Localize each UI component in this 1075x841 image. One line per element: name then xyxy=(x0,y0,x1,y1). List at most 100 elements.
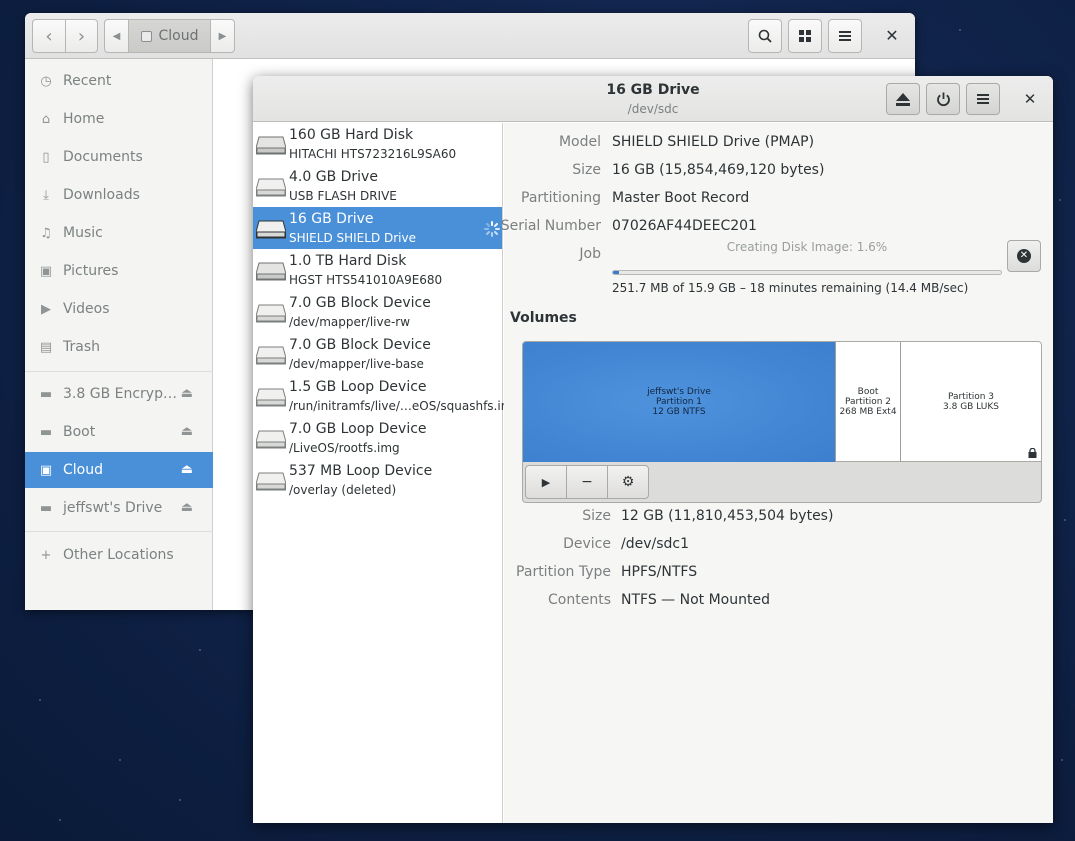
volume-map: jeffswt's Drive Partition 1 12 GB NTFS B… xyxy=(522,341,1042,503)
sidebar-item-label: Cloud xyxy=(63,462,103,478)
sidebar-item-label: Recent xyxy=(63,73,112,89)
cancel-job-button[interactable]: ✕ xyxy=(1007,240,1041,272)
sidebar-item-music[interactable]: ♫ Music xyxy=(25,215,213,251)
path-scroll-left-button[interactable]: ◀ xyxy=(104,19,129,53)
sidebar-separator xyxy=(25,531,213,532)
sidebar-item-label: Boot xyxy=(63,424,96,440)
drive-icon xyxy=(256,346,286,365)
trash-icon: ▤ xyxy=(39,339,53,355)
sidebar-item-cloud[interactable]: ▣ Cloud ⏏ xyxy=(25,452,213,488)
partition-info: 268 MB Ext4 xyxy=(839,407,897,417)
contents-label: Contents xyxy=(548,592,611,608)
sidebar-item-pictures[interactable]: ▣ Pictures xyxy=(25,253,213,289)
video-icon: ▶ xyxy=(41,301,51,317)
sidebar-item-home[interactable]: ⌂ Home xyxy=(25,101,213,137)
eject-icon[interactable]: ⏏ xyxy=(181,500,193,515)
drive-icon xyxy=(256,178,286,197)
drive-row-selected[interactable]: 16 GB Drive SHIELD SHIELD Drive xyxy=(253,207,502,249)
path-button-cloud[interactable]: Cloud xyxy=(128,19,211,53)
job-status: 251.7 MB of 15.9 GB – 18 minutes remaini… xyxy=(612,281,969,295)
drive-row[interactable]: 7.0 GB Loop Device /LiveOS/rootfs.img xyxy=(253,417,502,459)
drive-title: 1.5 GB Loop Device xyxy=(289,379,427,395)
sidebar-item-other-locations[interactable]: + Other Locations xyxy=(25,537,213,573)
lock-icon xyxy=(1028,448,1037,458)
close-button[interactable]: ✕ xyxy=(1020,89,1040,109)
spinner-icon xyxy=(484,221,500,237)
forward-button[interactable]: › xyxy=(65,19,98,53)
delete-partition-button[interactable]: − xyxy=(566,465,608,499)
partition-type-value: HPFS/NTFS xyxy=(621,564,698,580)
sidebar-item-trash[interactable]: ▤ Trash xyxy=(25,329,213,365)
partition-1-block[interactable]: jeffswt's Drive Partition 1 12 GB NTFS xyxy=(523,342,835,462)
sidebar-item-label: Trash xyxy=(63,339,100,355)
volume-toolbar: ▶ − ⚙ xyxy=(525,465,649,499)
drive-subtitle: SHIELD SHIELD Drive xyxy=(289,231,416,245)
sidebar-item-recent[interactable]: ◷ Recent xyxy=(25,63,213,99)
power-off-button[interactable] xyxy=(926,83,960,115)
drive-icon: ▣ xyxy=(39,462,53,478)
drive-row[interactable]: 4.0 GB Drive USB FLASH DRIVE xyxy=(253,165,502,207)
gear-icon: ⚙ xyxy=(621,474,635,490)
drive-title: 4.0 GB Drive xyxy=(289,169,378,185)
menu-button[interactable] xyxy=(828,19,862,53)
eject-icon[interactable]: ⏏ xyxy=(181,424,193,439)
chevron-left-icon: ‹ xyxy=(45,25,53,47)
partitioning-value: Master Boot Record xyxy=(612,190,750,206)
drive-icon xyxy=(256,430,286,449)
close-button[interactable]: ✕ xyxy=(882,25,902,45)
files-sidebar: ◷ Recent ⌂ Home ▯ Documents ⤓ Downloads … xyxy=(25,59,213,610)
drive-row[interactable]: 1.5 GB Loop Device /run/initramfs/live/…… xyxy=(253,375,520,417)
volume-size-label: Size xyxy=(582,508,611,524)
power-icon xyxy=(936,92,950,106)
hamburger-icon xyxy=(977,94,989,104)
drive-row[interactable]: 537 MB Loop Device /overlay (deleted) xyxy=(253,459,502,501)
drive-icon xyxy=(256,472,286,491)
drive-icon xyxy=(140,30,152,42)
chevron-right-icon: › xyxy=(77,25,86,47)
hard-disk-icon xyxy=(256,136,286,155)
drive-subtitle: HITACHI HTS723216L9SA60 xyxy=(289,147,457,161)
search-button[interactable] xyxy=(748,19,782,53)
sidebar-item-label: Videos xyxy=(63,301,110,317)
model-label: Model xyxy=(558,134,601,150)
drive-title: 1.0 TB Hard Disk xyxy=(289,253,407,269)
sidebar-item-boot[interactable]: ▬ Boot ⏏ xyxy=(25,414,213,450)
sidebar-item-jeffswts-drive[interactable]: ▬ jeffswt's Drive ⏏ xyxy=(25,490,213,526)
drive-icon: ▬ xyxy=(39,424,53,440)
eject-button[interactable] xyxy=(886,83,920,115)
sidebar-item-documents[interactable]: ▯ Documents xyxy=(25,139,213,175)
drive-row[interactable]: 1.0 TB Hard Disk HGST HTS541010A9E680 xyxy=(253,249,502,291)
drive-row[interactable]: 7.0 GB Block Device /dev/mapper/live-bas… xyxy=(253,333,502,375)
sidebar-item-downloads[interactable]: ⤓ Downloads xyxy=(25,177,213,213)
drive-menu-button[interactable] xyxy=(966,83,1000,115)
sidebar-item-label: 3.8 GB Encryp… xyxy=(63,386,177,402)
sidebar-item-label: Pictures xyxy=(63,263,119,279)
drive-subtitle: /LiveOS/rootfs.img xyxy=(289,441,400,455)
partition-type-label: Partition Type xyxy=(516,564,611,580)
drive-icon xyxy=(256,304,286,323)
eject-icon[interactable]: ⏏ xyxy=(181,386,193,401)
view-grid-button[interactable] xyxy=(788,19,822,53)
partition-info: 3.8 GB LUKS xyxy=(943,402,999,412)
partition-2-block[interactable]: Boot Partition 2 268 MB Ext4 xyxy=(835,342,900,462)
mount-button[interactable]: ▶ xyxy=(525,465,567,499)
eject-icon[interactable]: ⏏ xyxy=(181,462,193,477)
close-icon: ✕ xyxy=(885,25,899,45)
drive-row[interactable]: 160 GB Hard Disk HITACHI HTS723216L9SA60 xyxy=(253,123,502,165)
sidebar-item-videos[interactable]: ▶ Videos xyxy=(25,291,213,327)
drive-icon xyxy=(256,220,286,239)
sidebar-item-encrypted-volume[interactable]: ▬ 3.8 GB Encryp… ⏏ xyxy=(25,376,213,412)
disks-headerbar: 16 GB Drive /dev/sdc ✕ xyxy=(253,76,1053,122)
drive-title: 7.0 GB Loop Device xyxy=(289,421,427,437)
drive-row[interactable]: 7.0 GB Block Device /dev/mapper/live-rw xyxy=(253,291,502,333)
sidebar-item-label: Home xyxy=(63,111,105,127)
triangle-right-icon: ▶ xyxy=(218,30,227,42)
drive-icon: ▬ xyxy=(39,386,53,402)
model-value: SHIELD SHIELD Drive (PMAP) xyxy=(612,134,815,150)
job-caption: Creating Disk Image: 1.6% xyxy=(726,240,888,254)
device-label: Device xyxy=(563,536,611,552)
path-scroll-right-button[interactable]: ▶ xyxy=(210,19,235,53)
partition-3-block[interactable]: Partition 3 3.8 GB LUKS xyxy=(900,342,1041,462)
partition-settings-button[interactable]: ⚙ xyxy=(607,465,649,499)
back-button[interactable]: ‹ xyxy=(32,19,66,53)
